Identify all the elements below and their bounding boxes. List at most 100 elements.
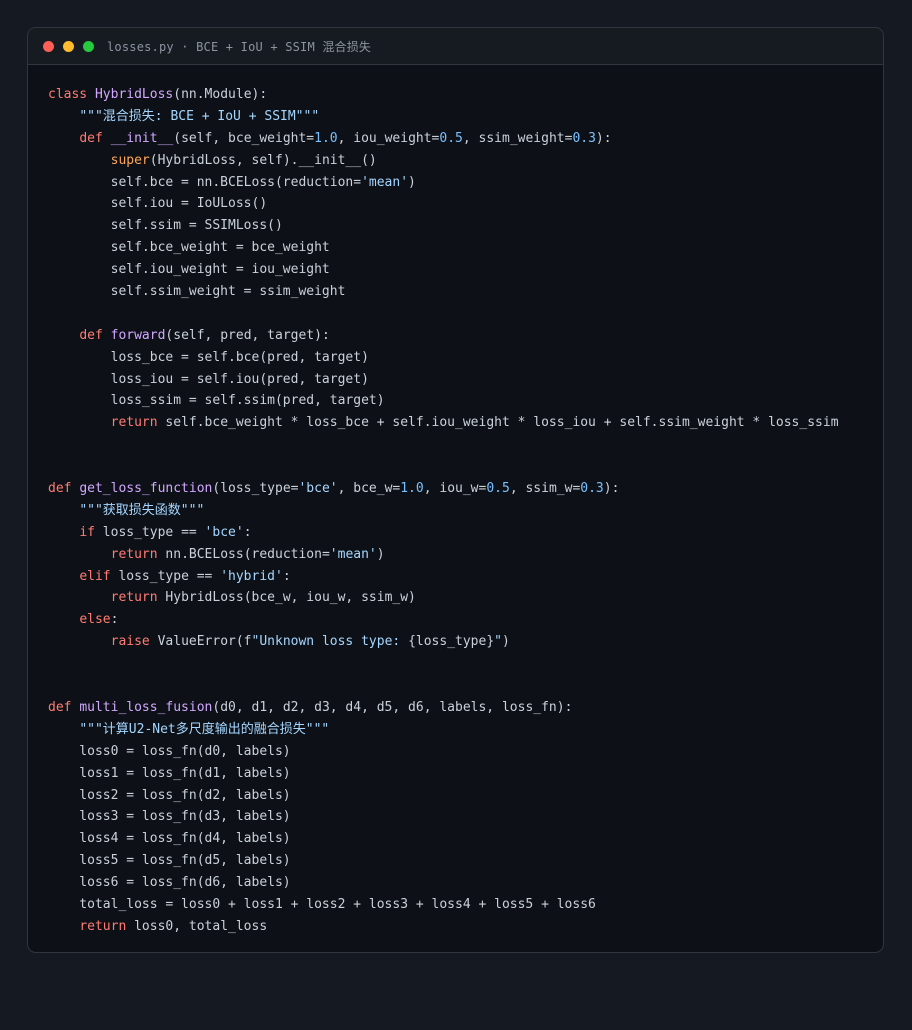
code-line: """计算U2-Net多尺度输出的融合损失""" [48,719,839,741]
code-line: loss2 = loss_fn(d2, labels) [48,785,839,807]
code-token-keyword: return [110,546,166,562]
code-line: total_loss = loss0 + loss1 + loss2 + los… [48,894,839,916]
code-line: loss6 = loss_fn(d6, labels) [48,872,839,894]
code-line: """获取损失函数""" [48,500,839,522]
code-token-number: 1.0 [400,481,424,497]
code-token-string: 'mean' [361,174,409,190]
code-token-number: 0.3 [580,481,604,497]
code-token-function-name: HybridLoss [94,87,174,102]
code-line: def multi_loss_fusion(d0, d1, d2, d3, d4… [48,697,839,719]
code-token-plain: self.bce_weight * loss_bce + self.iou_we… [165,415,839,431]
code-token-keyword: def [79,327,111,343]
code-line: raise ValueError(f"Unknown loss type: {l… [48,631,839,653]
code-token-string: 'mean' [329,546,377,562]
code-token-keyword: return [110,590,166,606]
code-line: def __init__(self, bce_weight=1.0, iou_w… [48,128,839,150]
code-line: loss5 = loss_fn(d5, labels) [48,850,839,872]
code-token-plain: loss6 = loss_fn(d6, labels) [48,875,291,891]
code-token-plain: : [243,524,252,540]
code-line: loss1 = loss_fn(d1, labels) [48,763,839,785]
code-token-plain: loss2 = loss_fn(d2, labels) [48,787,291,803]
code-token-string: """计算U2-Net多尺度输出的融合损失""" [79,721,330,737]
close-window-button[interactable] [43,40,54,52]
code-token-plain: , iou_w= [423,481,487,497]
code-token-plain: (nn.Module): [173,87,268,102]
code-token-plain: self.bce = nn.BCELoss(reduction= [48,174,362,190]
code-token-plain: self.iou = IoULoss() [48,196,268,212]
code-token-keyword: return [79,918,135,934]
code-line: loss_bce = self.bce(pred, target) [48,347,839,369]
code-token-string: 'bce' [204,524,244,540]
code-token-keyword: def [48,699,80,715]
code-token-number: 0.5 [486,481,510,497]
code-token-string: """获取损失函数""" [79,502,205,518]
code-token-keyword: return [110,415,166,431]
code-token-plain: loss0, total_loss [134,918,268,934]
code-token-plain: HybridLoss(bce_w, iou_w, ssim_w) [165,590,416,606]
code-token-plain: {loss_type} [408,634,495,650]
code-token-plain: ValueError(f [157,634,252,650]
code-token-keyword: elif [79,568,119,584]
code-line: self.ssim = SSIMLoss() [48,215,839,237]
code-token-plain: (d0, d1, d2, d3, d4, d5, d6, labels, los… [212,699,573,715]
code-token-function-name: get_loss_function [79,481,213,497]
code-token-plain: , ssim_weight= [462,130,573,146]
code-token-plain: , ssim_w= [509,481,581,497]
code-token-number: 1.0 [314,130,338,146]
code-token-function-name: forward [110,327,166,343]
code-token-plain: loss0 = loss_fn(d0, labels) [48,743,291,759]
code-token-plain: ): [595,130,612,146]
code-line: loss4 = loss_fn(d4, labels) [48,828,839,850]
code-token-builtin: super [110,152,150,168]
code-token-plain: loss1 = loss_fn(d1, labels) [48,765,291,781]
code-token-plain: self.iou_weight = iou_weight [48,262,330,278]
code-token-string: 'bce' [298,481,338,497]
code-line: loss3 = loss_fn(d3, labels) [48,806,839,828]
code-token-plain: ) [376,546,385,562]
code-token-plain: loss_type == [118,568,221,584]
code-token-number: 0.5 [439,130,463,146]
code-line: self.iou = IoULoss() [48,193,839,215]
window-title: losses.py · BCE + IoU + SSIM 混合损失 [107,39,372,54]
code-line: else: [48,609,839,631]
minimize-window-button[interactable] [63,40,74,52]
code-token-plain: : [110,612,119,628]
code-token-plain: total_loss = loss0 + loss1 + loss2 + los… [48,896,596,912]
code-line: return nn.BCELoss(reduction='mean') [48,544,839,566]
code-token-plain: loss3 = loss_fn(d3, labels) [48,809,291,825]
code-token-plain: ) [501,634,510,650]
code-token-string: """混合损失: BCE + IoU + SSIM""" [79,108,320,124]
code-token-plain: loss_ssim = self.ssim(pred, target) [48,393,385,409]
code-line: self.bce = nn.BCELoss(reduction='mean') [48,172,839,194]
code-line: class HybridLoss(nn.Module): [48,84,839,106]
code-token-plain: loss_iou = self.iou(pred, target) [48,371,369,387]
code-token-plain: loss_type == [102,524,205,540]
window-titlebar: losses.py · BCE + IoU + SSIM 混合损失 [28,28,883,65]
code-window: losses.py · BCE + IoU + SSIM 混合损失 class … [27,27,884,953]
code-line: return HybridLoss(bce_w, iou_w, ssim_w) [48,587,839,609]
code-token-plain: , iou_weight= [337,130,440,146]
code-token-number: 0.3 [572,130,596,146]
code-token-plain: (loss_type= [212,481,299,497]
code-token-plain: ) [408,174,416,190]
code-line: loss_ssim = self.ssim(pred, target) [48,390,839,412]
code-block[interactable]: class HybridLoss(nn.Module): """混合损失: BC… [48,84,839,938]
code-token-keyword: class [48,87,95,102]
code-token-plain: ): [603,481,620,497]
code-token-plain: self.ssim = SSIMLoss() [48,218,283,234]
code-token-keyword: raise [110,634,158,650]
maximize-window-button[interactable] [83,40,94,52]
code-line: self.iou_weight = iou_weight [48,259,839,281]
code-token-string: " [494,634,502,650]
